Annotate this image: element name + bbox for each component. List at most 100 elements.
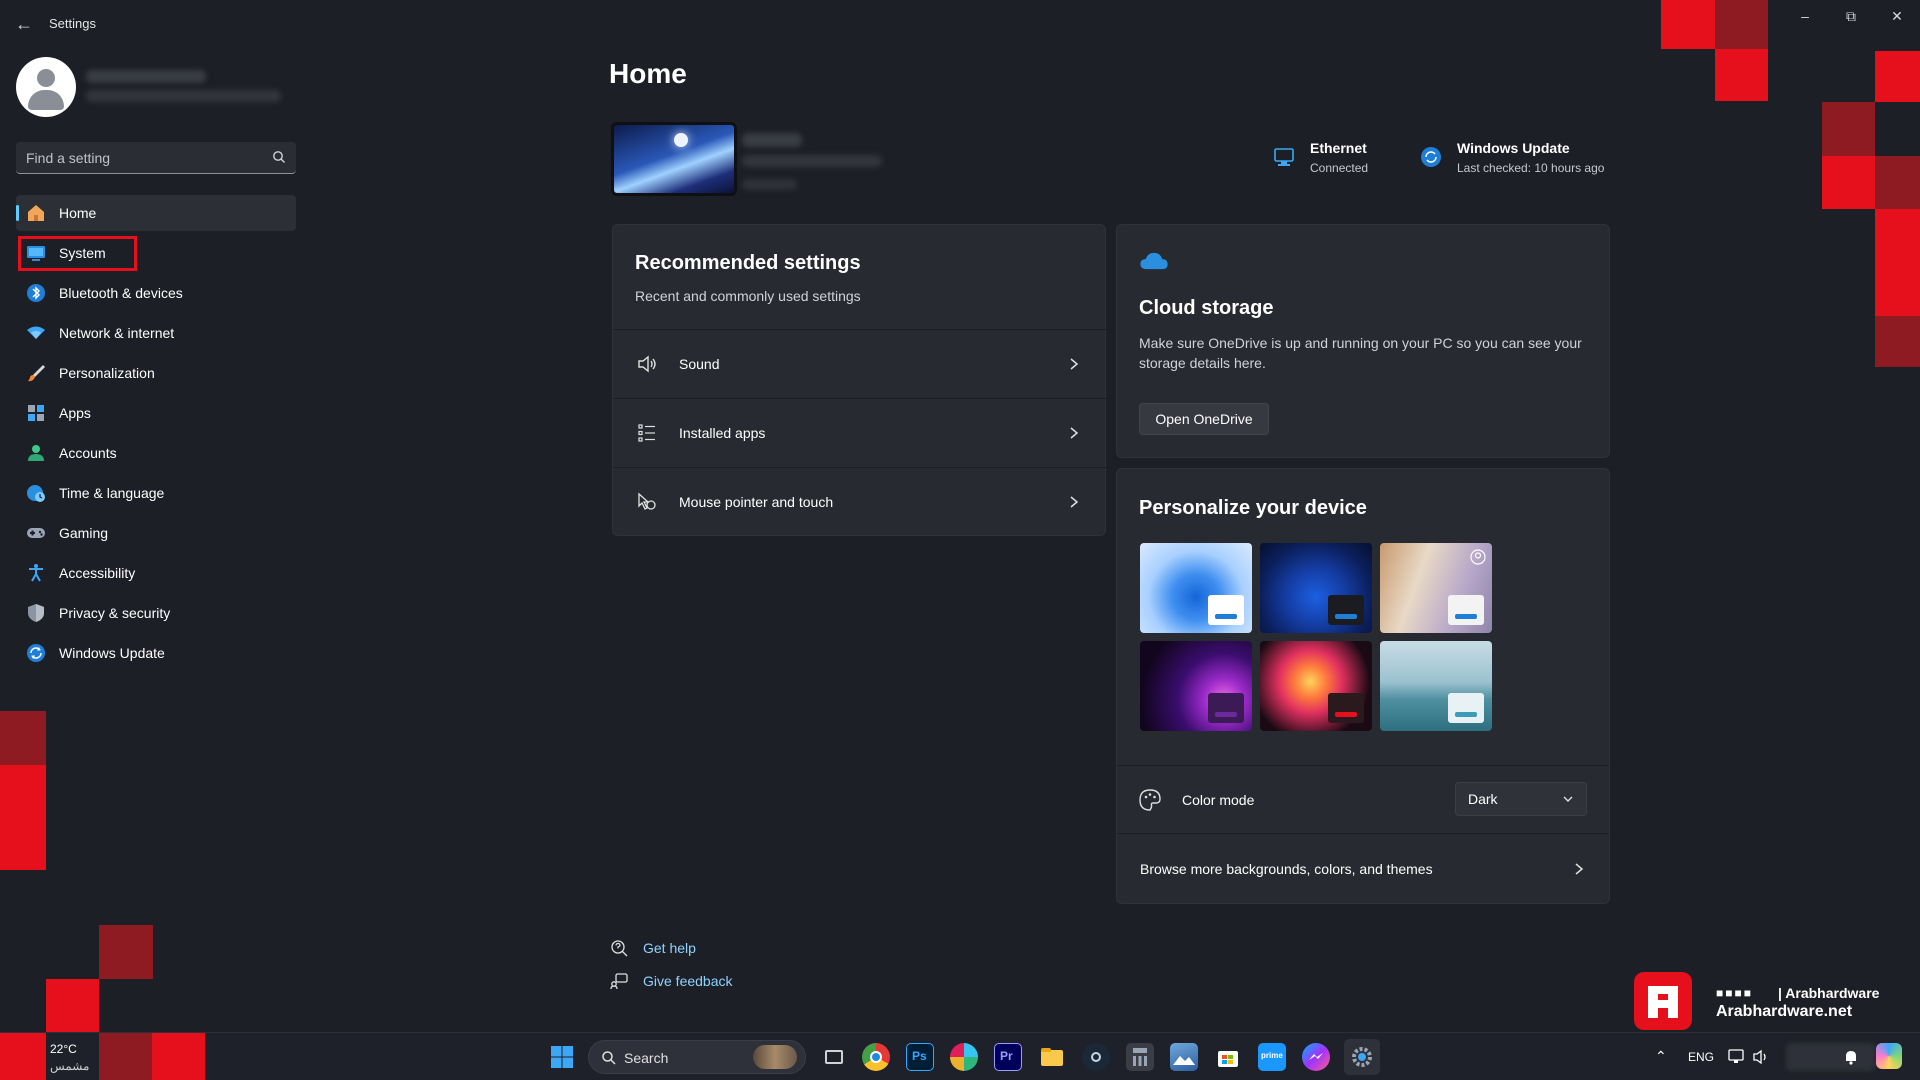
theme-thumbnail[interactable]	[1140, 641, 1252, 731]
windows-update-status[interactable]: Windows Update Last checked: 10 hours ag…	[1418, 140, 1618, 180]
theme-thumbnail[interactable]	[1380, 543, 1492, 633]
photoshop-icon[interactable]: Ps	[906, 1043, 934, 1071]
watermark-site: Arabhardware.net	[1716, 1003, 1853, 1020]
windows-start-icon[interactable]	[548, 1043, 576, 1071]
recommended-item-sound[interactable]: Sound	[613, 329, 1106, 398]
twitter-icon: ■	[1725, 986, 1735, 1000]
slack-icon[interactable]	[950, 1043, 978, 1071]
title-bar: ← Settings – ⧉ ✕	[0, 0, 1920, 48]
theme-thumbnail[interactable]	[1260, 641, 1372, 731]
personalize-card: Personalize your device Color mode Dark …	[1116, 468, 1610, 904]
recommended-item-label: Sound	[679, 356, 720, 372]
sidebar-item-time-language[interactable]: Time & language	[16, 475, 296, 511]
messenger-icon[interactable]	[1302, 1043, 1330, 1071]
redacted-clock[interactable]	[1786, 1043, 1876, 1071]
avatar-body	[28, 90, 64, 110]
minimize-button[interactable]: –	[1785, 6, 1825, 26]
task-view-icon[interactable]	[820, 1043, 848, 1071]
back-arrow-icon[interactable]: ←	[14, 14, 34, 34]
ethernet-status[interactable]: Ethernet Connected	[1270, 140, 1380, 180]
prime-video-icon[interactable]: prime	[1258, 1043, 1286, 1071]
open-onedrive-button[interactable]: Open OneDrive	[1139, 403, 1269, 435]
microsoft-store-icon[interactable]	[1214, 1043, 1242, 1071]
wallpaper-moon	[674, 133, 688, 147]
redacted-device-model	[742, 155, 882, 167]
chrome-icon[interactable]	[862, 1043, 890, 1071]
chevron-right-icon	[1070, 427, 1079, 439]
sidebar-item-personalization[interactable]: Personalization	[16, 355, 296, 391]
get-help-link[interactable]: Get help	[643, 940, 696, 956]
settings-gear-icon[interactable]	[1344, 1039, 1380, 1075]
account-circle-icon	[1470, 549, 1486, 565]
restore-button[interactable]: ⧉	[1831, 6, 1871, 26]
home-icon	[28, 205, 44, 221]
weather-widget[interactable]: 22°C مشمس	[0, 1033, 205, 1080]
sidebar-item-label: Bluetooth & devices	[59, 285, 183, 301]
sidebar-item-gaming[interactable]: Gaming	[16, 515, 296, 551]
decor-block	[0, 1033, 46, 1080]
volume-tray-icon[interactable]	[1752, 1048, 1770, 1066]
browse-themes-row[interactable]: Browse more backgrounds, colors, and the…	[1117, 833, 1609, 904]
avatar[interactable]	[16, 57, 76, 117]
input-language[interactable]: ENG	[1688, 1050, 1714, 1064]
theme-thumbnail[interactable]	[1140, 543, 1252, 633]
theme-preview-window	[1448, 693, 1484, 723]
sidebar-item-accessibility[interactable]: Accessibility	[16, 555, 296, 591]
sidebar-item-label: Gaming	[59, 525, 109, 541]
sidebar-item-privacy[interactable]: Privacy & security	[16, 595, 296, 631]
search-box[interactable]	[16, 142, 296, 174]
update-subtitle: Last checked: 10 hours ago	[1457, 161, 1605, 175]
bluetooth-icon	[27, 284, 45, 302]
wifi-icon	[27, 326, 45, 339]
recommended-item-mouse-pointer[interactable]: Mouse pointer and touch	[613, 467, 1106, 536]
premiere-icon[interactable]: Pr	[994, 1043, 1022, 1071]
sidebar-item-label: Home	[59, 205, 97, 221]
recommended-title: Recommended settings	[635, 252, 861, 274]
search-input[interactable]	[16, 142, 278, 174]
app-title: Settings	[49, 16, 96, 31]
taskbar-search-label: Search	[624, 1050, 669, 1066]
theme-preview-window	[1328, 595, 1364, 625]
watermark-handle: | Arabhardware	[1778, 985, 1880, 1001]
tray-overflow-icon[interactable]: ⌃	[1655, 1048, 1667, 1065]
mouse-pointer-icon	[638, 492, 656, 510]
list-icon	[638, 424, 655, 442]
copilot-icon[interactable]	[1876, 1043, 1902, 1069]
sidebar-item-bluetooth[interactable]: Bluetooth & devices	[16, 275, 296, 311]
sidebar-item-network[interactable]: Network & internet	[16, 315, 296, 351]
help-icon	[611, 940, 628, 957]
sidebar-item-label: Personalization	[59, 365, 155, 381]
update-icon	[1421, 147, 1441, 167]
sidebar-item-windows-update[interactable]: Windows Update	[16, 635, 296, 671]
close-button[interactable]: ✕	[1877, 6, 1917, 26]
page-title: Home	[609, 58, 687, 89]
calculator-icon[interactable]	[1126, 1043, 1154, 1071]
recommended-subtitle: Recent and commonly used settings	[635, 288, 861, 304]
notification-bell-icon[interactable]	[1842, 1048, 1860, 1066]
decor-block	[46, 979, 99, 1032]
device-thumbnail[interactable]	[611, 122, 737, 196]
sidebar-item-accounts[interactable]: Accounts	[16, 435, 296, 471]
social-icons: ■■■■	[1716, 986, 1753, 1000]
sidebar-item-apps[interactable]: Apps	[16, 395, 296, 431]
theme-thumbnail[interactable]	[1380, 641, 1492, 731]
theme-preview-window	[1208, 693, 1244, 723]
taskbar-search[interactable]: Search	[588, 1040, 806, 1074]
steam-icon[interactable]	[1082, 1043, 1110, 1071]
search-icon[interactable]	[272, 150, 286, 164]
decor-block	[1875, 156, 1920, 209]
recommended-item-installed-apps[interactable]: Installed apps	[613, 398, 1106, 467]
give-feedback-link[interactable]: Give feedback	[643, 973, 733, 989]
redacted-username	[86, 70, 206, 83]
photos-icon[interactable]	[1170, 1043, 1198, 1071]
color-mode-dropdown[interactable]: Dark	[1455, 782, 1587, 816]
theme-preview-window	[1448, 595, 1484, 625]
theme-thumbnail[interactable]	[1260, 543, 1372, 633]
shield-icon	[28, 604, 44, 622]
file-explorer-icon[interactable]	[1038, 1043, 1066, 1071]
redacted-device-name	[742, 133, 802, 147]
network-tray-icon[interactable]	[1728, 1048, 1746, 1066]
sidebar-item-home[interactable]: Home	[16, 195, 296, 231]
feedback-icon	[610, 973, 628, 990]
decor-block	[1715, 49, 1768, 101]
